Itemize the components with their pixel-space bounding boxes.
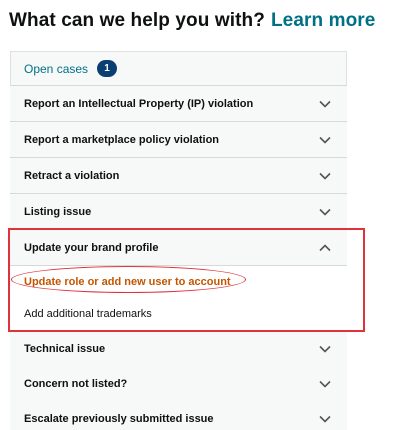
- topic-label: Report an Intellectual Property (IP) vio…: [24, 97, 254, 110]
- chevron-down-icon: [317, 204, 333, 220]
- topic-concern-not-listed[interactable]: Concern not listed?: [10, 366, 347, 402]
- topic-retract-violation[interactable]: Retract a violation: [10, 158, 347, 194]
- topic-label: Retract a violation: [24, 169, 120, 182]
- open-cases-link[interactable]: Open cases 1: [10, 51, 347, 86]
- topic-listing-issue[interactable]: Listing issue: [10, 194, 347, 230]
- topic-label: Report a marketplace policy violation: [24, 133, 220, 146]
- topic-escalate-issue[interactable]: Escalate previously submitted issue: [10, 401, 347, 430]
- chevron-down-icon: [317, 341, 333, 357]
- topic-technical-issue[interactable]: Technical issue: [10, 331, 347, 367]
- topic-label: Escalate previously submitted issue: [24, 412, 214, 425]
- subitem-add-trademarks[interactable]: Add additional trademarks: [10, 298, 347, 331]
- chevron-down-icon: [317, 168, 333, 184]
- open-cases-label: Open cases: [24, 61, 89, 76]
- topic-ip-violation[interactable]: Report an Intellectual Property (IP) vio…: [10, 86, 347, 122]
- topic-label: Update your brand profile: [24, 241, 159, 254]
- learn-more-link[interactable]: Learn more: [271, 10, 375, 31]
- topic-label: Listing issue: [24, 205, 92, 218]
- open-cases-count-badge: 1: [97, 60, 118, 77]
- chevron-down-icon: [317, 132, 333, 148]
- topic-update-brand-profile[interactable]: Update your brand profile: [10, 230, 347, 266]
- chevron-down-icon: [317, 96, 333, 112]
- subitem-update-role-add-user[interactable]: Update role or add new user to account: [10, 266, 347, 299]
- chevron-up-icon: [317, 240, 333, 256]
- chevron-down-icon: [317, 376, 333, 392]
- page-title-text: What can we help you with?: [9, 10, 265, 31]
- page-title: What can we help you with? Learn more: [9, 10, 375, 32]
- topic-label: Concern not listed?: [24, 377, 128, 390]
- chevron-down-icon: [317, 411, 333, 427]
- topic-marketplace-policy[interactable]: Report a marketplace policy violation: [10, 122, 347, 158]
- topic-label: Technical issue: [24, 342, 106, 355]
